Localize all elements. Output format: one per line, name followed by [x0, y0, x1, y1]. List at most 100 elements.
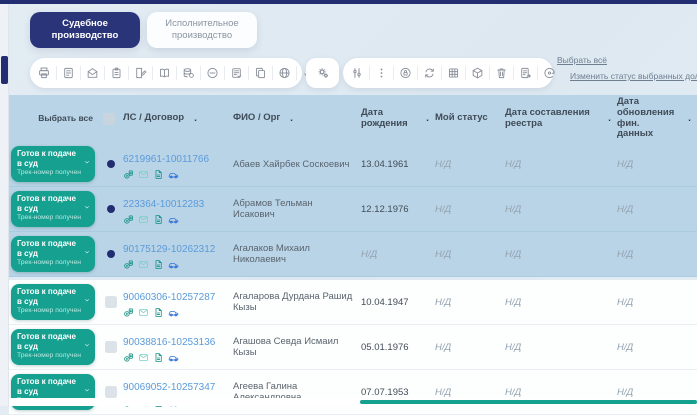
grid-table-icon[interactable] [441, 66, 460, 80]
sync-view-icon[interactable] [537, 66, 556, 80]
chevron-down-icon[interactable] [83, 341, 91, 349]
horizontal-scrollbar[interactable] [9, 398, 697, 406]
tab-enforcement-proceedings[interactable]: Исполнительное производство [147, 12, 257, 48]
substatus-label: Трек-номер получен [17, 259, 81, 266]
book-icon[interactable] [152, 66, 171, 80]
vehicle-icon[interactable] [168, 259, 179, 270]
sort-icon[interactable] [188, 113, 199, 124]
account-link[interactable]: 6219961-10011766 [123, 154, 209, 165]
refresh-icon[interactable] [417, 66, 436, 80]
document-edit-icon[interactable] [128, 66, 147, 80]
clipboard-icon[interactable] [104, 66, 123, 80]
account-link[interactable]: 90060306-10257287 [123, 292, 215, 303]
substatus-label: Трек-номер получен [17, 307, 81, 314]
globe-icon[interactable] [272, 66, 291, 80]
account-link[interactable]: 223364-10012283 [123, 199, 204, 210]
chevron-down-icon[interactable] [83, 158, 91, 166]
vehicle-icon[interactable] [168, 307, 179, 318]
kebab-menu-icon[interactable] [369, 66, 388, 80]
select-all-link[interactable]: Выбрать всё [557, 55, 697, 65]
chevron-down-icon[interactable] [83, 386, 91, 394]
debtors-table: Выбрать все ЛС / Договор ФИО / Орг Дата … [9, 95, 697, 415]
column-header-registry-date[interactable]: Дата составления реестра [505, 108, 617, 130]
column-header-fin-update[interactable]: Дата обновления фин. данных [617, 97, 697, 141]
documents-icon[interactable] [153, 259, 164, 270]
sort-icon[interactable] [420, 113, 431, 124]
selected-dot[interactable] [107, 160, 115, 168]
mail-icon[interactable] [138, 307, 149, 318]
payments-icon[interactable] [123, 352, 134, 363]
gears-icon[interactable] [316, 66, 330, 80]
row-checkbox[interactable] [105, 341, 117, 353]
mail-icon[interactable] [138, 214, 149, 225]
toolbar-settings-group [306, 58, 339, 88]
coins-icon[interactable] [176, 66, 195, 80]
account-icons [123, 169, 233, 180]
select-all-checkbox[interactable] [103, 113, 115, 125]
sort-icon[interactable] [682, 113, 693, 124]
column-header-name[interactable]: ФИО / Орг [233, 113, 361, 124]
vehicle-icon[interactable] [168, 352, 179, 363]
chevron-down-icon[interactable] [83, 203, 91, 211]
status-badge[interactable]: Готов к подаче в суд Трек-номер получен [11, 146, 95, 182]
debtor-name: Абаев Хайрбек Соскоевич [233, 159, 361, 170]
selected-dot[interactable] [107, 205, 115, 213]
table-body: Готов к подаче в суд Трек-номер получен … [9, 142, 697, 415]
document-export-icon[interactable] [513, 66, 532, 80]
documents-icon[interactable] [153, 352, 164, 363]
card-file-icon[interactable] [224, 66, 243, 80]
tab-court-proceedings[interactable]: Судебное производство [30, 12, 140, 48]
left-scrollbar[interactable] [0, 4, 9, 406]
account-link[interactable]: 90038816-10253136 [123, 337, 215, 348]
chevron-down-icon[interactable] [83, 296, 91, 304]
payments-icon[interactable] [123, 259, 134, 270]
lock-icon[interactable] [393, 66, 412, 80]
status-badge[interactable]: Готов к подаче в суд Трек-номер получен [11, 284, 95, 320]
status-circle-icon[interactable] [200, 66, 219, 80]
payments-icon[interactable] [123, 307, 134, 318]
payments-icon[interactable] [123, 214, 134, 225]
documents-icon[interactable] [153, 307, 164, 318]
mail-icon[interactable] [138, 352, 149, 363]
status-label: Готов к подаче в суд [17, 287, 81, 306]
documents-icon[interactable] [153, 169, 164, 180]
status-badge[interactable]: Готов к подаче в суд Трек-номер получен [11, 329, 95, 365]
status-badge[interactable]: Готов к подаче в суд Трек-номер получен [11, 191, 95, 227]
debtor-name: Агашова Севда Исмаил Кызы [233, 336, 361, 358]
column-header-dob[interactable]: Дата рождения [361, 108, 435, 130]
status-badge[interactable]: Готов к подаче в суд Трек-номер получен [11, 236, 95, 272]
documents-icon[interactable] [153, 214, 164, 225]
account-link[interactable]: 90069052-10257347 [123, 382, 215, 393]
row-checkbox[interactable] [105, 386, 117, 398]
substatus-label: Трек-номер получен [17, 214, 81, 221]
debtor-name: Абрамов Тельман Исакович [233, 198, 361, 220]
payments-icon[interactable] [123, 169, 134, 180]
mail-icon[interactable] [138, 169, 149, 180]
chevron-down-icon[interactable] [83, 248, 91, 256]
column-header-account[interactable]: ЛС / Договор [123, 113, 233, 124]
dob-value: Н/Д [361, 249, 435, 260]
selected-dot[interactable] [107, 250, 115, 258]
row-checkbox[interactable] [105, 296, 117, 308]
filter-sliders-icon[interactable] [350, 66, 364, 80]
substatus-label: Трек-номер получен [17, 169, 81, 176]
document-table-icon[interactable] [56, 66, 75, 80]
vehicle-icon[interactable] [168, 169, 179, 180]
left-scrollbar-thumb[interactable] [1, 56, 8, 84]
registry-date-value: Н/Д [505, 342, 617, 353]
column-header-my-status: Мой статус [435, 113, 505, 124]
copy-icon[interactable] [248, 66, 267, 80]
mail-icon[interactable] [138, 259, 149, 270]
trash-icon[interactable] [489, 66, 508, 80]
vehicle-icon[interactable] [168, 214, 179, 225]
top-border [0, 0, 697, 4]
account-link[interactable]: 90175129-10262312 [123, 244, 215, 255]
sort-icon[interactable] [284, 113, 295, 124]
package-icon[interactable] [465, 66, 484, 80]
account-icons [123, 259, 233, 270]
horizontal-scrollbar-thumb[interactable] [360, 400, 697, 404]
change-status-link[interactable]: Изменить статус выбранных должн [570, 71, 697, 81]
sort-icon[interactable] [602, 113, 613, 124]
print-icon[interactable] [37, 66, 51, 80]
mail-open-icon[interactable] [80, 66, 99, 80]
